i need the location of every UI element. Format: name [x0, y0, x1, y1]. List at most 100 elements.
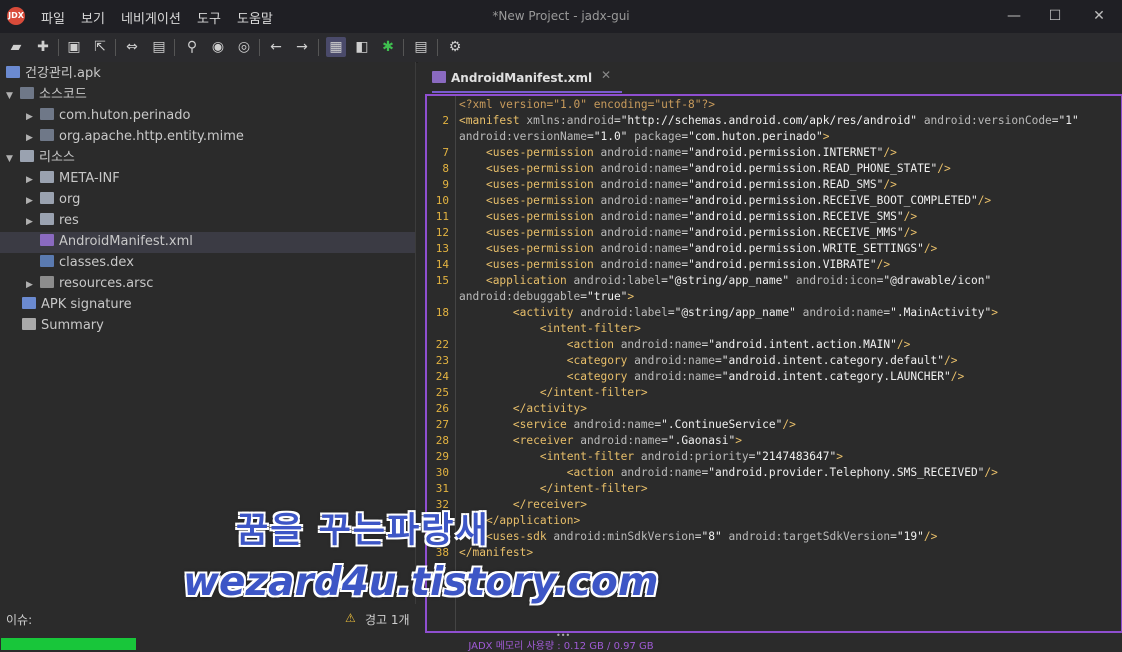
- title-bar: JDX 파일 보기 네비게이션 도구 도움말 *New Project - ja…: [0, 0, 1122, 33]
- line-number: 24: [435, 370, 449, 383]
- tree-folder-label: META-INF: [59, 171, 120, 186]
- line-number: [427, 289, 449, 305]
- toolbar-separator: [318, 39, 319, 56]
- back-icon[interactable]: ←: [266, 37, 286, 57]
- close-icon[interactable]: ✕: [601, 68, 611, 82]
- chevron-right-icon[interactable]: ▶: [26, 170, 40, 191]
- chevron-right-icon[interactable]: ▶: [26, 191, 40, 212]
- log-icon[interactable]: ▤: [411, 37, 431, 57]
- close-window-button[interactable]: ✕: [1089, 6, 1109, 26]
- chevron-right-icon[interactable]: ▶: [26, 275, 40, 296]
- tree-root-label: 건강관리.apk: [25, 66, 101, 81]
- code-line: <category android:name="android.intent.c…: [566, 354, 958, 367]
- export-icon[interactable]: ⇱: [90, 37, 110, 57]
- package-icon: [20, 87, 34, 99]
- toolbar-separator: [115, 39, 116, 56]
- tree-file-label: AndroidManifest.xml: [59, 234, 193, 249]
- tree-package-label: org.apache.http.entity.mime: [59, 129, 244, 144]
- watermark-url: wezard4u.tistory.com: [183, 560, 659, 605]
- code-line: <receiver android:name=".Gaonasi">: [512, 434, 742, 447]
- warning-count[interactable]: 경고 1개: [365, 611, 410, 628]
- chevron-right-icon[interactable]: ▶: [26, 212, 40, 233]
- find-class-icon[interactable]: ◉: [208, 37, 228, 57]
- line-number: 11: [435, 210, 449, 223]
- tree-root-apk[interactable]: 건강관리.apk: [6, 63, 101, 84]
- folder-icon: [40, 213, 54, 225]
- tree-resources[interactable]: ▼ 리소스: [6, 147, 75, 168]
- xml-file-icon: [432, 71, 446, 83]
- preferences-icon[interactable]: ⚙: [445, 37, 465, 57]
- code-line: <activity android:label="@string/app_nam…: [512, 306, 998, 319]
- editor-area: AndroidManifest.xml ✕ 2 7 8 9 10 11 12 13 14 15 18…: [418, 62, 1122, 633]
- code-line: <category android:name="android.intent.c…: [566, 370, 965, 383]
- code-editor[interactable]: 2 7 8 9 10 11 12 13 14 15 18 22 23 24 25 26 27 28 29 30 31 32…: [425, 94, 1122, 633]
- status-bar: JADX 메모리 사용량 : 0.12 GB / 0.97 GB: [0, 636, 1122, 652]
- code-line: <uses-permission android:name="android.p…: [485, 146, 897, 159]
- code-line: <uses-permission android:name="android.p…: [485, 210, 918, 223]
- tree-signature-label: APK signature: [41, 297, 132, 312]
- issues-label: 이슈:: [6, 613, 33, 627]
- debugger-icon[interactable]: ✱: [378, 37, 398, 57]
- tree-file-manifest[interactable]: AndroidManifest.xml: [40, 231, 193, 252]
- code-line: <uses-permission android:name="android.p…: [485, 194, 992, 207]
- dex-file-icon: [40, 255, 54, 267]
- tree-folder-label: res: [59, 213, 79, 228]
- chevron-right-icon[interactable]: ▶: [26, 128, 40, 149]
- tab-bar: AndroidManifest.xml ✕: [418, 62, 1122, 93]
- tree-folder[interactable]: ▶ META-INF: [26, 168, 120, 189]
- code-line: <intent-filter android:priority="2147483…: [539, 450, 843, 463]
- line-number: 18: [435, 306, 449, 319]
- maximize-button[interactable]: ☐: [1045, 6, 1065, 26]
- tab-androidmanifest[interactable]: AndroidManifest.xml: [432, 66, 592, 90]
- code-line: <uses-permission android:name="android.p…: [485, 162, 951, 175]
- tree-summary[interactable]: Summary: [22, 315, 104, 336]
- line-number: [427, 129, 449, 145]
- code-line: <uses-permission android:name="android.p…: [485, 178, 897, 191]
- project-icon[interactable]: ▤: [149, 37, 169, 57]
- open-folder-icon[interactable]: ▰: [6, 37, 26, 57]
- issues-panel: 이슈: ⚠ 경고 1개: [0, 604, 418, 632]
- tree-source-code[interactable]: ▼ 소스코드: [6, 84, 87, 105]
- tree-package[interactable]: ▶ com.huton.perinado: [26, 105, 190, 126]
- line-number: 29: [435, 450, 449, 463]
- find-usage-icon[interactable]: ◎: [234, 37, 254, 57]
- search-icon[interactable]: ⚲: [182, 37, 202, 57]
- decompile-all-icon[interactable]: ◧: [352, 37, 372, 57]
- toolbar-separator: [437, 39, 438, 56]
- code-line: <uses-sdk android:minSdkVersion="8" andr…: [485, 530, 938, 543]
- line-number: 30: [435, 466, 449, 479]
- add-files-icon[interactable]: ✚: [33, 37, 53, 57]
- chevron-right-icon[interactable]: ▶: [26, 107, 40, 128]
- code-line: </activity>: [512, 402, 587, 415]
- line-number: 15: [435, 274, 449, 287]
- chevron-down-icon[interactable]: ▼: [6, 149, 20, 170]
- tree-package[interactable]: ▶ org.apache.http.entity.mime: [26, 126, 244, 147]
- tree-folder[interactable]: ▶ res: [26, 210, 79, 231]
- package-icon: [40, 108, 54, 120]
- tab-active-indicator: [432, 91, 622, 93]
- forward-icon[interactable]: →: [292, 37, 312, 57]
- code-line: android:versionName="1.0" package="com.h…: [459, 130, 830, 143]
- code-line: <uses-permission android:name="android.p…: [485, 258, 891, 271]
- tree-file-arsc[interactable]: ▶ resources.arsc: [26, 273, 153, 294]
- tree-source-label: 소스코드: [39, 87, 87, 102]
- line-number: 26: [435, 402, 449, 415]
- tree-package-label: com.huton.perinado: [59, 108, 191, 123]
- tree-file-dex[interactable]: classes.dex: [40, 252, 134, 273]
- tree-folder[interactable]: ▶ org: [26, 189, 80, 210]
- chevron-down-icon[interactable]: ▼: [6, 86, 20, 107]
- save-icon[interactable]: ▣: [64, 37, 84, 57]
- line-number: 27: [435, 418, 449, 431]
- minimize-button[interactable]: —: [1004, 6, 1024, 26]
- line-number: 10: [435, 194, 449, 207]
- sync-icon[interactable]: ⇔: [122, 37, 142, 57]
- line-number: 23: [435, 354, 449, 367]
- warning-icon[interactable]: ⚠: [345, 611, 356, 625]
- deobfuscation-icon[interactable]: ▦: [326, 37, 346, 57]
- tree-apk-signature[interactable]: APK signature: [22, 294, 132, 315]
- code-line: <manifest xmlns:android="http://schemas.…: [459, 114, 1079, 127]
- code-line: <?xml version="1.0" encoding="utf-8"?>: [459, 98, 715, 111]
- xml-file-icon: [40, 234, 54, 246]
- toolbar-separator: [259, 39, 260, 56]
- apk-icon: [6, 66, 20, 78]
